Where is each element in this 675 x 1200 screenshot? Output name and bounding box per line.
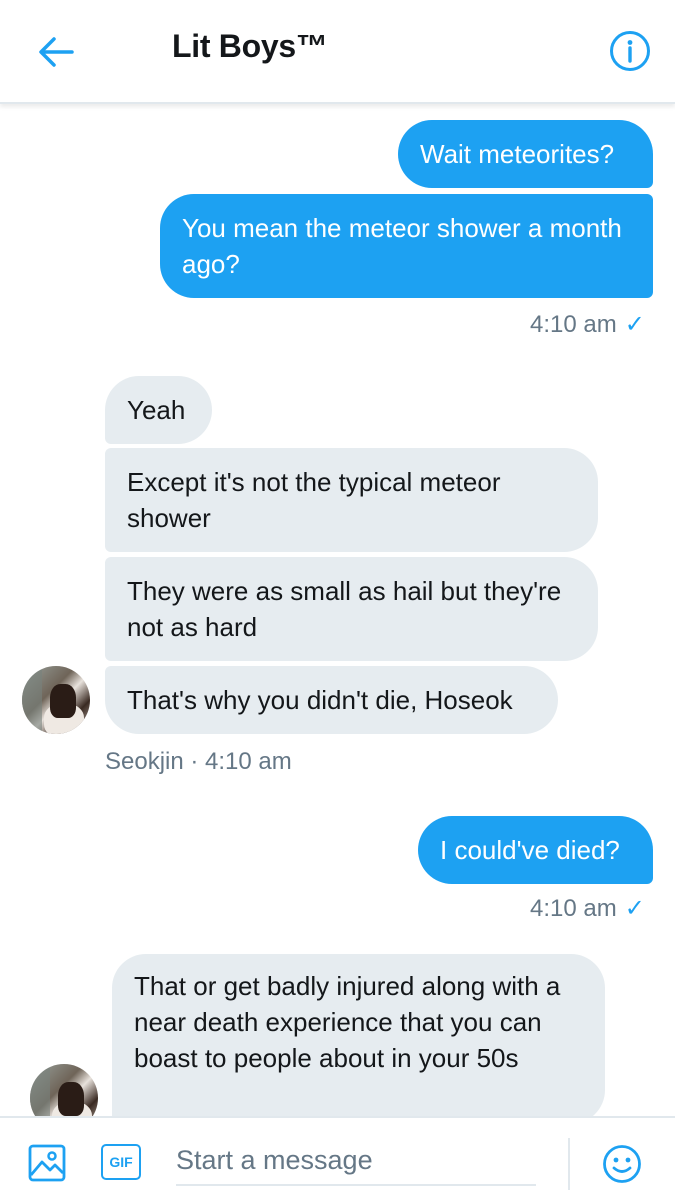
message-bubble-incoming[interactable]: Except it's not the typical meteor showe…: [105, 448, 598, 552]
conversation-header: Lit Boys™: [0, 0, 675, 104]
avatar[interactable]: [22, 666, 90, 734]
gif-icon: GIF: [109, 1154, 133, 1170]
message-bubble-outgoing[interactable]: I could've died?: [418, 816, 653, 884]
message-text: They were as small as hail but they're n…: [127, 576, 562, 642]
conversation-title: Lit Boys™: [172, 28, 328, 64]
emoji-button[interactable]: [602, 1144, 642, 1184]
message-bubble-incoming[interactable]: They were as small as hail but they're n…: [105, 557, 598, 661]
message-text: That's why you didn't die, Hoseok: [127, 685, 513, 715]
message-text: Wait meteorites?: [420, 139, 615, 169]
message-bubble-incoming[interactable]: Yeah: [105, 376, 212, 444]
add-image-button[interactable]: [28, 1144, 66, 1182]
avatar[interactable]: [30, 1064, 98, 1116]
message-composer: GIF: [0, 1116, 675, 1200]
message-bubble-outgoing[interactable]: You mean the meteor shower a month ago?: [160, 194, 653, 298]
emoji-icon: [603, 1145, 641, 1183]
gif-button[interactable]: GIF: [101, 1144, 141, 1180]
sender-timestamp: Seokjin · 4:10 am: [105, 748, 292, 775]
message-bubble-outgoing[interactable]: Wait meteorites?: [398, 120, 653, 188]
message-bubble-incoming[interactable]: That's why you didn't die, Hoseok: [105, 666, 558, 734]
message-text: I could've died?: [440, 835, 620, 865]
info-icon: [610, 31, 650, 71]
sent-check-icon: ✓: [624, 895, 645, 922]
message-bubble-incoming[interactable]: That or get badly injured along with a n…: [112, 954, 605, 1116]
message-text: That or get badly injured along with a n…: [134, 971, 561, 1073]
composer-divider: [568, 1138, 570, 1190]
message-input[interactable]: [176, 1136, 536, 1186]
message-text: Yeah: [127, 395, 186, 425]
message-text: Except it's not the typical meteor showe…: [127, 467, 501, 533]
message-list[interactable]: Wait meteorites? You mean the meteor sho…: [0, 106, 675, 1116]
info-button[interactable]: [609, 30, 651, 72]
sent-check-icon: ✓: [624, 311, 645, 338]
message-timestamp: 4:10 am ✓: [530, 895, 645, 922]
message-timestamp: 4:10 am ✓: [530, 311, 645, 338]
arrow-left-icon: [39, 37, 74, 67]
image-icon: [28, 1144, 66, 1182]
back-button[interactable]: [34, 30, 78, 74]
message-text: You mean the meteor shower a month ago?: [182, 213, 622, 279]
